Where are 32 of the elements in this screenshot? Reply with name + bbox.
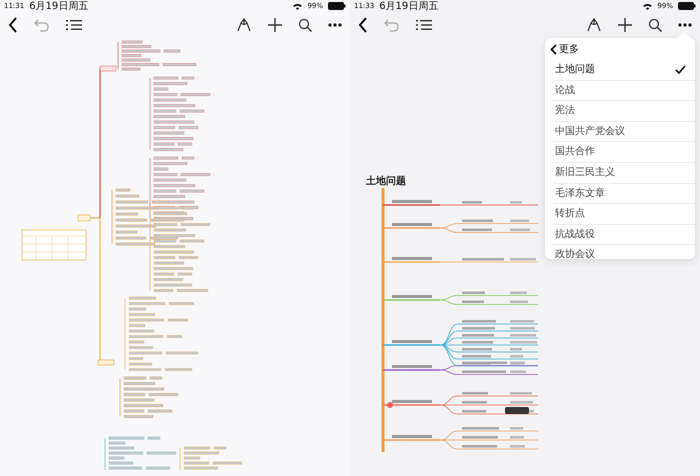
checkmark-icon <box>675 65 686 74</box>
menu-item[interactable]: 论战 <box>553 80 695 102</box>
pen-icon[interactable] <box>236 18 252 32</box>
search-icon[interactable] <box>648 18 662 32</box>
menu-item[interactable]: 政协会议 <box>553 245 695 266</box>
menu-item[interactable]: 抗战战役 <box>553 224 695 246</box>
status-date: 6月19日周五 <box>29 0 88 13</box>
back-icon[interactable] <box>358 17 368 33</box>
search-icon[interactable] <box>298 18 312 32</box>
more-icon[interactable] <box>328 23 342 27</box>
battery-icon <box>328 2 346 10</box>
menu-item[interactable]: 国共合作 <box>553 142 695 163</box>
menu-item[interactable]: 宪法 <box>553 101 695 122</box>
menu-item[interactable]: 新旧三民主义 <box>553 162 695 184</box>
back-icon[interactable] <box>550 44 557 54</box>
menu-item[interactable]: 中国共产党会议 <box>553 122 695 142</box>
menu-title: 更多 <box>559 43 579 56</box>
list-icon[interactable] <box>66 19 82 31</box>
battery-icon <box>678 2 696 10</box>
list-icon[interactable] <box>416 19 432 31</box>
more-icon[interactable] <box>678 23 692 27</box>
back-icon[interactable] <box>8 17 18 33</box>
pen-icon[interactable] <box>586 18 602 32</box>
menu-item[interactable]: 土地问题 <box>553 60 695 81</box>
status-date: 6月19日周五 <box>379 0 438 13</box>
root-node-label[interactable]: 土地问题 <box>366 176 406 187</box>
wifi-icon <box>293 2 302 10</box>
wifi-icon <box>643 2 652 10</box>
plus-icon[interactable] <box>268 18 282 32</box>
menu-item[interactable]: 毛泽东文章 <box>553 184 695 204</box>
menu-item[interactable]: 转折点 <box>553 204 695 225</box>
plus-icon[interactable] <box>618 18 632 32</box>
